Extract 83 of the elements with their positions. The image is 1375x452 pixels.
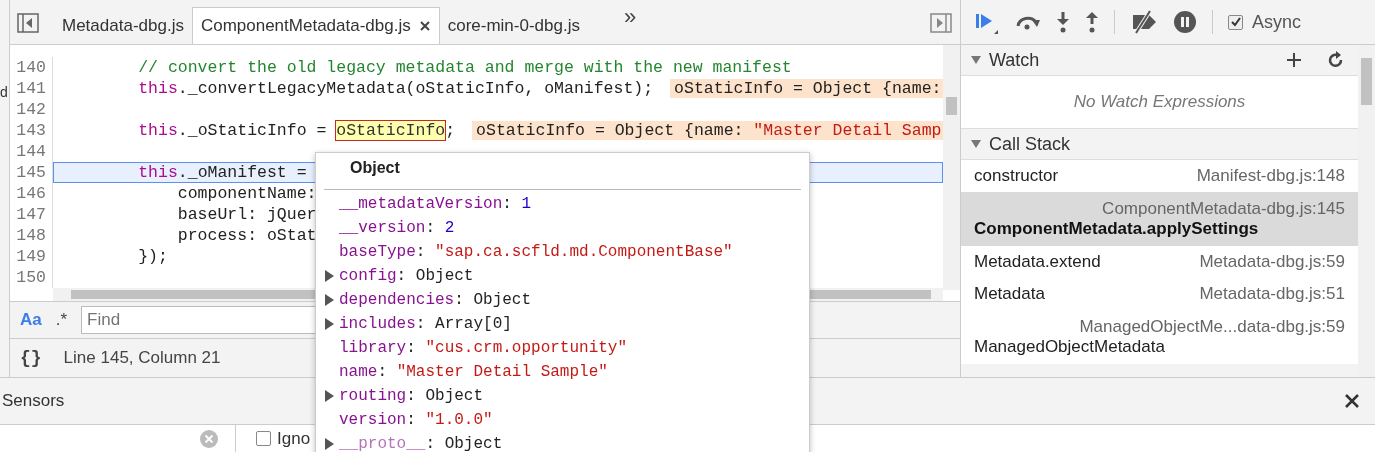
line-number: 141 xyxy=(10,77,53,99)
object-property[interactable]: config: Object xyxy=(339,267,474,285)
call-stack-frame[interactable]: ComponentMetadata-dbg.js:145 ComponentMetadata.applySettings xyxy=(961,192,1358,246)
add-icon[interactable] xyxy=(1286,52,1302,68)
inline-value: oStaticInfo = Object {name: xyxy=(670,78,943,98)
frame-location: Metadata-dbg.js:51 xyxy=(1199,284,1345,304)
object-property[interactable]: __proto__: Object xyxy=(339,435,503,452)
more-tabs-button[interactable]: » xyxy=(623,3,637,30)
close-icon[interactable] xyxy=(1344,393,1360,409)
popover-title: Object xyxy=(349,158,401,178)
drawer-tab[interactable]: Sensors xyxy=(2,391,65,411)
frame-name: ManagedObjectMetadata xyxy=(974,337,1166,357)
code-line: process: oStat xyxy=(176,225,317,245)
expand-arrow-icon[interactable] xyxy=(325,438,334,450)
empty-watch-message: No Watch Expressions xyxy=(1073,92,1246,112)
line-number: 150 xyxy=(10,266,53,288)
call-stack-frame[interactable]: Metadata Metadata-dbg.js:51 xyxy=(961,278,1358,310)
expand-arrow-icon[interactable] xyxy=(971,56,981,64)
object-property[interactable]: version: "1.0.0" xyxy=(339,411,493,429)
expand-arrow-icon[interactable] xyxy=(971,140,981,148)
line-number: 148 xyxy=(10,224,53,246)
object-property[interactable]: __version: 2 xyxy=(339,219,455,237)
object-property[interactable]: baseType: "sap.ca.scfld.md.ComponentBase" xyxy=(339,243,733,261)
pause-icon[interactable] xyxy=(1173,10,1197,34)
frame-name: Metadata.extend xyxy=(974,252,1101,272)
async-label: Async xyxy=(1252,11,1302,33)
frame-location: Metadata-dbg.js:59 xyxy=(1199,252,1345,272)
line-number: 146 xyxy=(10,182,53,204)
line-number: 147 xyxy=(10,203,53,225)
checkbox[interactable] xyxy=(1228,14,1243,30)
step-over-icon[interactable] xyxy=(1015,14,1041,30)
inline-value: oStaticInfo = Object {name: "Master Detail Samp xyxy=(472,120,943,140)
deactivate-breakpoints-icon[interactable] xyxy=(1130,10,1158,34)
object-property[interactable]: __metadataVersion: 1 xyxy=(339,195,532,213)
code-line: // convert the old legacy metadata and merge with the new manifest xyxy=(137,57,792,77)
file-tab[interactable]: ComponentMetadata-dbg.js xyxy=(191,6,440,44)
line-number: 144 xyxy=(10,140,53,162)
object-property[interactable]: includes: Array[0] xyxy=(339,315,512,333)
close-icon[interactable] xyxy=(418,19,431,32)
sidebar-toggle-icon[interactable] xyxy=(17,12,39,33)
frame-location: Manifest-dbg.js:148 xyxy=(1196,166,1345,186)
frame-name: constructor xyxy=(974,166,1059,186)
frame-location: ComponentMetadata-dbg.js:145 xyxy=(1102,199,1345,219)
line-number: 149 xyxy=(10,245,53,267)
object-property[interactable]: routing: Object xyxy=(339,387,484,405)
call-stack-frame[interactable]: constructor Manifest-dbg.js:148 xyxy=(961,160,1358,192)
code-line: }); xyxy=(137,246,168,266)
section-title[interactable]: Call Stack xyxy=(989,133,1344,155)
call-stack-frame[interactable]: ManagedObjectMe...data-dbg.js:59 ManagedObjectMetadata xyxy=(961,310,1358,364)
object-property[interactable]: library: "cus.crm.opportunity" xyxy=(339,339,628,357)
step-into-icon[interactable] xyxy=(1056,11,1070,33)
expand-arrow-icon[interactable] xyxy=(325,270,334,282)
cursor-position: Line 145, Column 21 xyxy=(63,348,221,369)
object-property[interactable]: dependencies: Object xyxy=(339,291,532,309)
file-tab[interactable]: core-min-0-dbg.js xyxy=(439,7,588,44)
debugger-toggle-icon[interactable] xyxy=(930,12,952,33)
code-line: this._convertLegacyMetadata(oStaticInfo, oManifest); xyxy=(137,78,654,98)
checkbox[interactable] xyxy=(256,431,271,446)
section-title[interactable]: Watch xyxy=(989,49,1278,71)
frame-name: Metadata xyxy=(974,284,1045,304)
object-property[interactable]: name: "Master Detail Sample" xyxy=(339,363,608,381)
call-stack-frame[interactable]: Metadata.extend Metadata-dbg.js:59 xyxy=(961,246,1358,278)
step-out-icon[interactable] xyxy=(1085,11,1099,33)
file-tab[interactable]: Metadata-dbg.js xyxy=(54,7,192,44)
search-option-toggle[interactable]: Aa xyxy=(20,310,42,331)
code-line: baseUrl: jQuer xyxy=(176,204,317,224)
pretty-print-button[interactable]: {} xyxy=(20,348,42,369)
frame-location: ManagedObjectMe...data-dbg.js:59 xyxy=(1079,317,1345,337)
refresh-icon[interactable] xyxy=(1328,51,1344,69)
line-number: 142 xyxy=(10,98,53,120)
line-number: 140 xyxy=(10,56,53,78)
scrollbar[interactable] xyxy=(943,44,960,290)
expand-arrow-icon[interactable] xyxy=(325,390,334,402)
search-option-toggle[interactable]: .* xyxy=(55,310,68,331)
code-line: this._oStaticInfo = oStaticInfo; xyxy=(137,120,456,140)
frame-name: ComponentMetadata.applySettings xyxy=(974,219,1260,239)
checkbox-label: Igno xyxy=(277,428,311,449)
expand-arrow-icon[interactable] xyxy=(325,294,334,306)
line-number: 143 xyxy=(10,119,53,141)
expand-arrow-icon[interactable] xyxy=(325,318,334,330)
panel-text: d xyxy=(0,84,8,100)
code-line: componentName: xyxy=(176,183,317,203)
code-line: this._oManifest = xyxy=(137,162,307,182)
